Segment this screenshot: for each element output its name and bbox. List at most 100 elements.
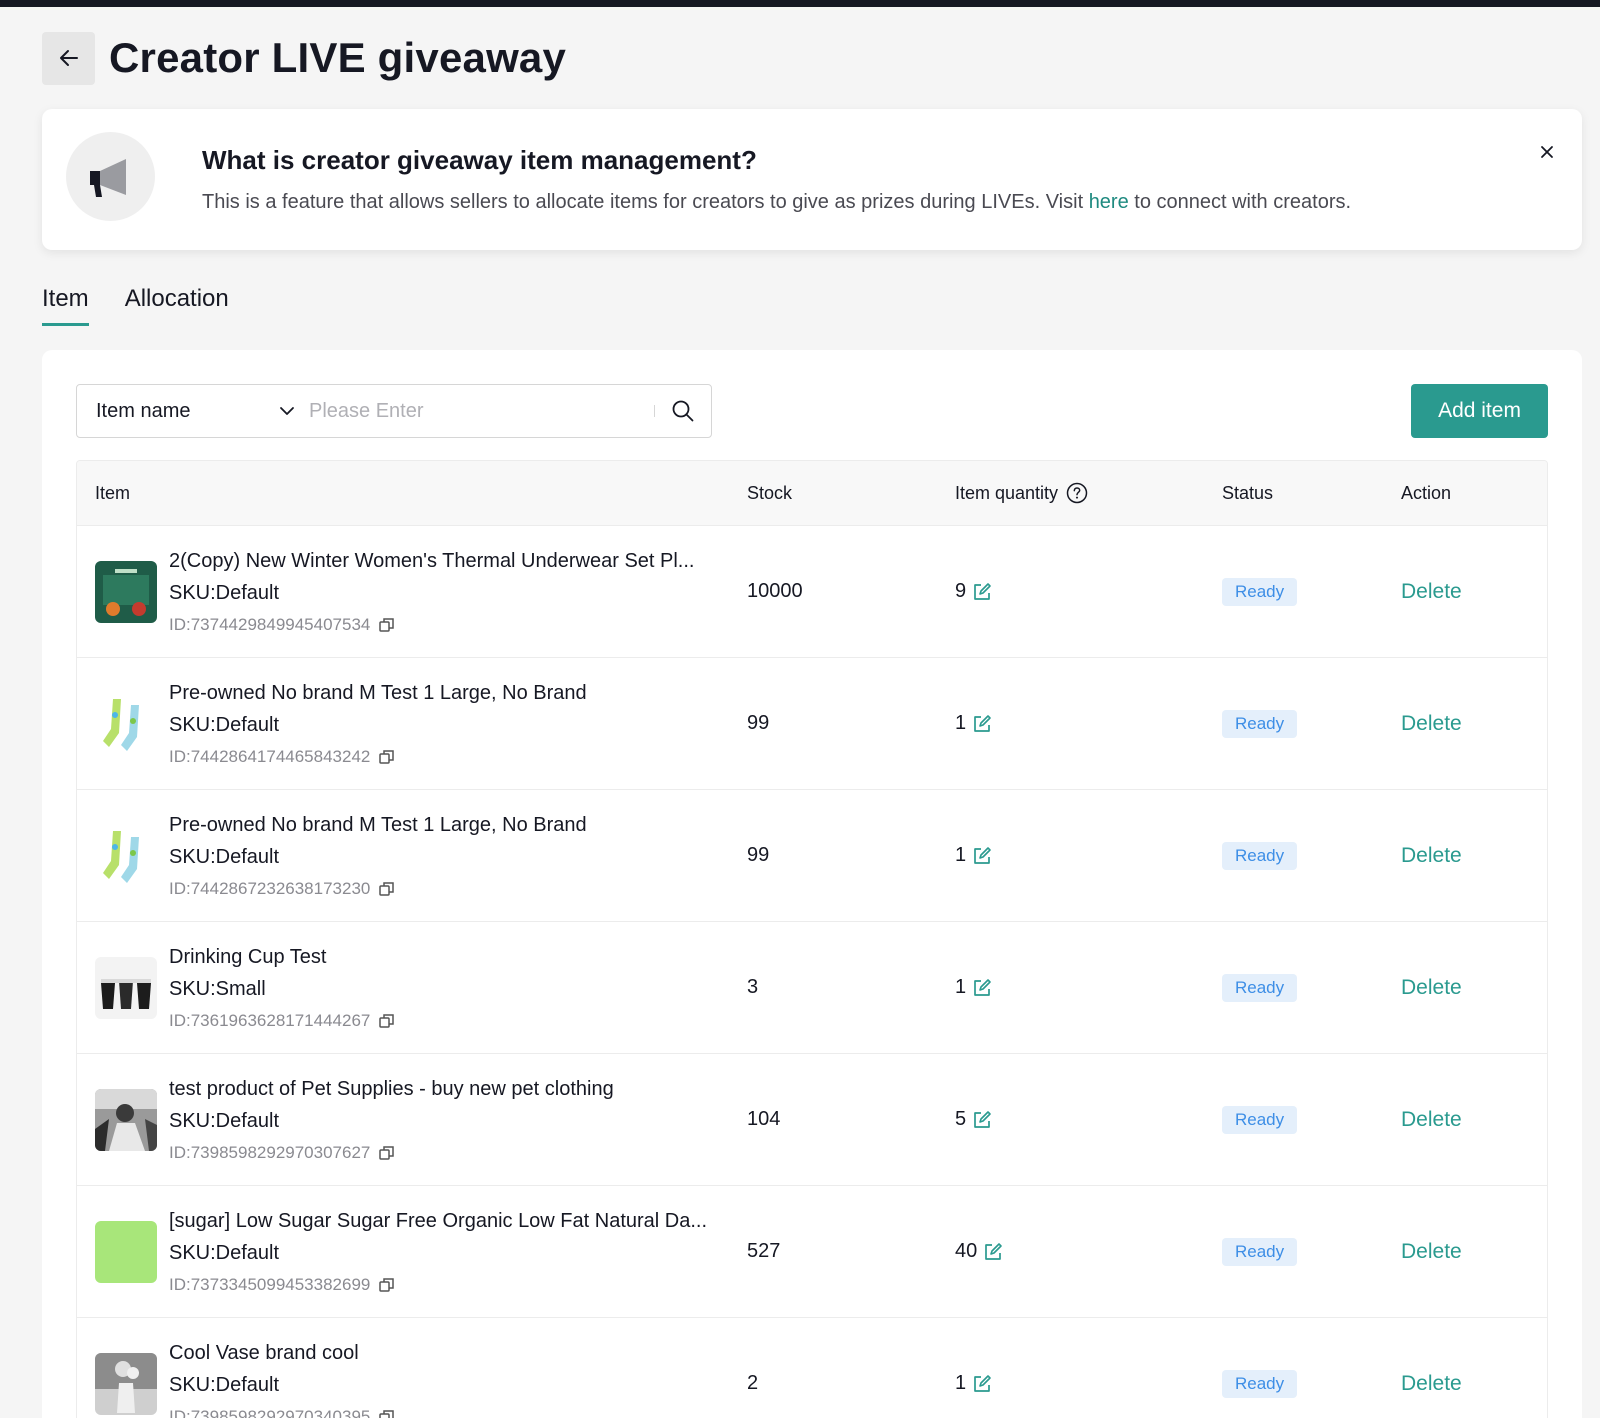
action-cell: Delete <box>1401 580 1547 604</box>
status-cell: Ready <box>1222 1237 1401 1266</box>
delete-button[interactable]: Delete <box>1401 1108 1462 1131</box>
copy-icon[interactable] <box>378 880 396 898</box>
item-name: test product of Pet Supplies - buy new p… <box>169 1077 614 1100</box>
item-id: ID:7398598292970340395 <box>169 1401 396 1418</box>
stock-value: 99 <box>747 712 770 734</box>
banner-description: This is a feature that allows sellers to… <box>202 191 1351 214</box>
table-header: Item Stock Item quantity Status Action <box>77 461 1547 525</box>
action-cell: Delete <box>1401 844 1547 868</box>
status-badge: Ready <box>1222 577 1298 606</box>
status-badge: Ready <box>1222 709 1298 738</box>
action-cell: Delete <box>1401 976 1547 1000</box>
item-id-text: ID:7361963628171444267 <box>169 1010 371 1030</box>
edit-icon[interactable] <box>972 846 992 866</box>
edit-icon[interactable] <box>972 582 992 602</box>
table-row: test product of Pet Supplies - buy new p… <box>77 1053 1547 1185</box>
banner-desc-text-end: to connect with creators. <box>1128 191 1352 213</box>
back-button[interactable] <box>42 31 95 85</box>
tab-item[interactable]: Item <box>42 285 89 326</box>
table-row: [sugar] Low Sugar Sugar Free Organic Low… <box>77 1185 1547 1317</box>
vase-thumbnail <box>95 1352 157 1415</box>
close-banner-button[interactable] <box>1536 141 1558 163</box>
item-id-text: ID:7373345099453382699 <box>169 1274 371 1294</box>
quantity-cell: 1 <box>955 1372 1222 1395</box>
table-row: Drinking Cup Test SKU:Small ID:736196362… <box>77 921 1547 1053</box>
delete-button[interactable]: Delete <box>1401 580 1462 603</box>
status-badge: Ready <box>1222 1105 1298 1134</box>
connect-creators-link[interactable]: here <box>1089 191 1129 213</box>
delete-button[interactable]: Delete <box>1401 976 1462 999</box>
edit-icon[interactable] <box>983 1242 1003 1262</box>
item-info: test product of Pet Supplies - buy new p… <box>169 1073 614 1169</box>
item-name: [sugar] Low Sugar Sugar Free Organic Low… <box>169 1209 708 1232</box>
item-id-text: ID:7374429849945407534 <box>169 614 371 634</box>
help-icon[interactable] <box>1066 482 1088 504</box>
search-button[interactable] <box>655 399 711 423</box>
item-sku: SKU:Default <box>169 1241 280 1264</box>
item-sku: SKU:Default <box>169 1373 280 1396</box>
quantity-value: 9 <box>955 580 967 602</box>
item-info: Pre-owned No brand M Test 1 Large, No Br… <box>169 809 587 905</box>
edit-icon[interactable] <box>972 1110 992 1130</box>
item-cell: 2(Copy) New Winter Women's Thermal Under… <box>77 543 747 641</box>
quantity-value: 1 <box>955 712 967 734</box>
delete-button[interactable]: Delete <box>1401 844 1462 867</box>
copy-icon[interactable] <box>378 748 396 766</box>
chevron-down-icon <box>280 407 294 415</box>
action-cell: Delete <box>1401 1372 1547 1396</box>
item-info: Drinking Cup Test SKU:Small ID:736196362… <box>169 941 396 1037</box>
edit-icon[interactable] <box>972 714 992 734</box>
quantity-value: 40 <box>955 1240 978 1262</box>
item-info: Pre-owned No brand M Test 1 Large, No Br… <box>169 677 587 773</box>
header-status: Status <box>1222 482 1274 503</box>
socks-thumbnail <box>95 824 157 887</box>
item-cell: Pre-owned No brand M Test 1 Large, No Br… <box>77 675 747 773</box>
table-row: Cool Vase brand cool SKU:Default ID:7398… <box>77 1317 1547 1418</box>
quantity-value: 1 <box>955 844 967 866</box>
add-item-button[interactable]: Add item <box>1411 384 1548 438</box>
tab-allocation[interactable]: Allocation <box>125 285 229 326</box>
status-badge: Ready <box>1222 841 1298 870</box>
quantity-value: 1 <box>955 1372 967 1394</box>
search-icon <box>672 400 694 422</box>
status-badge: Ready <box>1222 973 1298 1002</box>
item-id: ID:7361963628171444267 <box>169 1005 396 1037</box>
header-qty-label: Item quantity <box>955 482 1059 503</box>
copy-icon[interactable] <box>378 1276 396 1294</box>
action-cell: Delete <box>1401 1240 1547 1264</box>
edit-icon[interactable] <box>972 1374 992 1394</box>
copy-icon[interactable] <box>378 1012 396 1030</box>
edit-icon[interactable] <box>972 978 992 998</box>
status-badge: Ready <box>1222 1237 1298 1266</box>
item-cell: Cool Vase brand cool SKU:Default ID:7398… <box>77 1335 747 1418</box>
banner-desc-text: This is a feature that allows sellers to… <box>202 191 1089 213</box>
stock-value: 527 <box>747 1240 781 1262</box>
table-body: 2(Copy) New Winter Women's Thermal Under… <box>77 525 1547 1418</box>
status-badge: Ready <box>1222 1369 1298 1398</box>
delete-button[interactable]: Delete <box>1401 1372 1462 1395</box>
table-row: Pre-owned No brand M Test 1 Large, No Br… <box>77 657 1547 789</box>
stock-value: 99 <box>747 844 770 866</box>
search-input[interactable] <box>309 399 654 423</box>
quantity-cell: 5 <box>955 1108 1222 1131</box>
item-name: 2(Copy) New Winter Women's Thermal Under… <box>169 549 695 572</box>
item-sku: SKU:Default <box>169 1109 280 1132</box>
socks-thumbnail <box>95 692 157 755</box>
arrow-left-icon <box>59 50 78 66</box>
copy-icon[interactable] <box>378 1144 396 1162</box>
item-info: Cool Vase brand cool SKU:Default ID:7398… <box>169 1337 396 1418</box>
copy-icon[interactable] <box>378 1408 396 1418</box>
copy-icon[interactable] <box>378 616 396 634</box>
action-cell: Delete <box>1401 1108 1547 1132</box>
quantity-cell: 1 <box>955 844 1222 867</box>
delete-button[interactable]: Delete <box>1401 712 1462 735</box>
megaphone-icon <box>66 132 155 221</box>
action-cell: Delete <box>1401 712 1547 736</box>
item-id: ID:7442867232638173230 <box>169 873 587 905</box>
status-cell: Ready <box>1222 841 1401 870</box>
top-bar <box>0 0 1600 7</box>
header-item-quantity: Item quantity <box>955 482 1222 504</box>
search-field-select[interactable]: Item name <box>77 400 309 423</box>
item-name: Pre-owned No brand M Test 1 Large, No Br… <box>169 681 587 704</box>
delete-button[interactable]: Delete <box>1401 1240 1462 1263</box>
